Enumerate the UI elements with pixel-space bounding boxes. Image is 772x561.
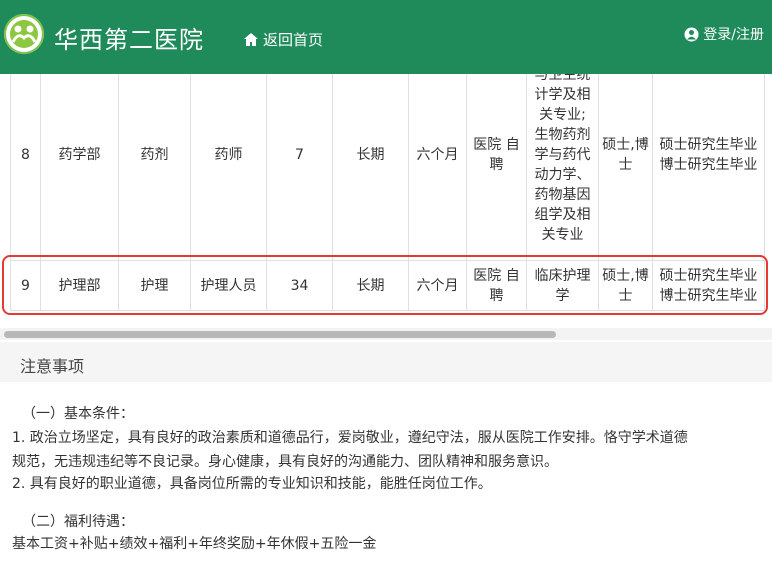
cell-education: 硕士研究生毕业 博士研究生毕业 xyxy=(652,74,765,261)
cell-dept: 药学部 xyxy=(40,74,119,261)
cell-term: 长期 xyxy=(332,74,409,261)
login-register-label: 登录/注册 xyxy=(703,27,764,43)
cell-count: 7 xyxy=(266,74,333,261)
cell-degree: 硕士,博士 xyxy=(598,74,653,261)
top-navbar: 华西第二医院 返回首页 登录/注册 xyxy=(0,0,772,74)
notice-header xyxy=(0,342,772,382)
horizontal-scrollbar-thumb[interactable] xyxy=(4,331,556,338)
home-link[interactable]: 返回首页 xyxy=(243,29,323,50)
notice-line: 2. 具有良好的职业道德，具备岗位所需的专业知识和技能，能胜任岗位工作。 xyxy=(12,476,492,492)
cell-category: 药剂 xyxy=(118,74,191,261)
login-register-link[interactable]: 登录/注册 xyxy=(684,24,764,44)
notice-title: 注意事项 xyxy=(20,357,85,376)
cell-probation: 六个月 xyxy=(408,74,467,261)
notice-line: （一）基本条件： xyxy=(22,406,134,422)
notice-line: 规范，无违规违纪等不良记录。身心健康，具有良好的沟通能力、团队精神和服务意识。 xyxy=(12,454,558,470)
user-icon xyxy=(684,27,699,41)
cell-major: 与卫生统 计学及相 关专业; 生物药剂 学与药代 动力学、 药物基因 组学及相 关专业 xyxy=(526,74,599,261)
highlight-frame xyxy=(2,255,768,315)
home-icon xyxy=(244,33,258,46)
cell-method: 医院 自聘 xyxy=(466,74,527,261)
home-link-label: 返回首页 xyxy=(263,31,324,49)
table-row: 8 药学部 药剂 药师 7 长期 六个月 医院 自聘 与卫生统 计学及相 关专业;… xyxy=(10,74,765,261)
cell-no: 8 xyxy=(10,74,41,261)
notice-line: （二）福利待遇： xyxy=(22,514,134,530)
notice-line: 基本工资+补贴+绩效+福利+年终奖励+年休假+五险一金 xyxy=(12,536,377,552)
notice-line: 1. 政治立场坚定，具有良好的政治素质和道德品行，爱岗敬业，遵纪守法，服从医院工… xyxy=(12,430,688,446)
site-title[interactable]: 华西第二医院 xyxy=(54,20,204,55)
cell-position: 药师 xyxy=(190,74,267,261)
hospital-logo[interactable] xyxy=(4,14,44,54)
